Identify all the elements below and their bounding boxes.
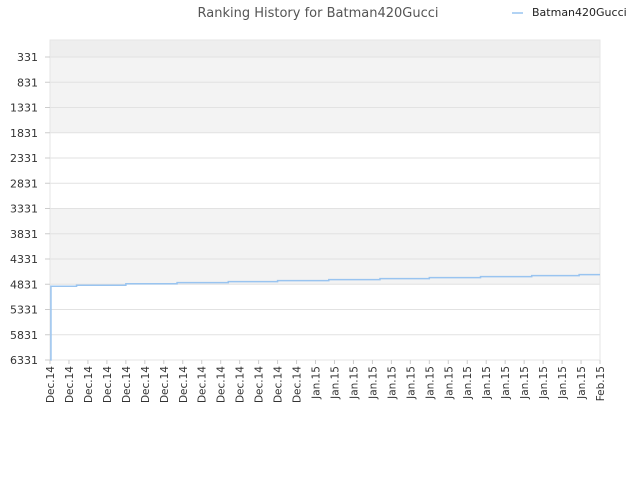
- x-tick-label: Jan.15: [311, 366, 323, 400]
- y-tick-label: 4331: [10, 253, 38, 266]
- x-tick-label: Jan.15: [367, 366, 379, 400]
- x-tick-label: Jan.15: [424, 366, 436, 400]
- x-tick-label: Dec.14: [121, 366, 133, 403]
- plot-band: [50, 334, 600, 360]
- x-tick-label: Dec.14: [159, 366, 171, 403]
- y-tick-label: 2331: [10, 152, 38, 165]
- plot-band: [50, 233, 600, 259]
- x-tick-label: Dec.14: [102, 366, 114, 403]
- legend: Batman420Gucci: [512, 6, 627, 19]
- y-tick-label: 4831: [10, 278, 38, 291]
- y-tick-label: 3331: [10, 203, 38, 216]
- plot-band: [50, 284, 600, 310]
- legend-label: Batman420Gucci: [532, 6, 627, 19]
- plot-band: [50, 57, 600, 83]
- x-tick-label: Dec.14: [292, 366, 304, 403]
- y-tick-label: 831: [17, 76, 38, 89]
- x-tick-label: Dec.14: [273, 366, 285, 403]
- x-tick-label: Jan.15: [500, 366, 512, 400]
- plot-band: [50, 40, 600, 57]
- x-tick-label: Dec.14: [140, 366, 152, 403]
- x-tick-label: Jan.15: [329, 366, 341, 400]
- plot-band: [50, 158, 600, 184]
- x-tick-label: Feb.15: [595, 366, 607, 401]
- plot-band: [50, 208, 600, 234]
- x-tick-label: Dec.14: [64, 366, 76, 403]
- x-tick-label: Jan.15: [405, 366, 417, 400]
- x-tick-label: Dec.14: [254, 366, 266, 403]
- plot-band: [50, 82, 600, 108]
- x-tick-label: Jan.15: [519, 366, 531, 400]
- x-tick-label: Jan.15: [576, 366, 588, 400]
- plot-band: [50, 132, 600, 158]
- plot-bands: [50, 40, 600, 360]
- x-tick-label: Dec.14: [235, 366, 247, 403]
- x-tick-label: Jan.15: [386, 366, 398, 400]
- x-tick-label: Dec.14: [216, 366, 228, 403]
- y-axis: 331 831 1331 1831 2331 2831 3331 3831 4331 4831 53…: [10, 51, 50, 367]
- y-tick-label: 6331: [10, 354, 38, 367]
- chart: 331 831 1331 1831 2331 2831 3331 3831 4331 4831 53…: [10, 6, 627, 403]
- x-tick-label: Dec.14: [178, 366, 190, 403]
- x-tick-label: Jan.15: [443, 366, 455, 400]
- x-tick-label: Dec.14: [83, 366, 95, 403]
- y-tick-label: 331: [17, 51, 38, 64]
- plot-band: [50, 107, 600, 133]
- x-tick-label: Dec.14: [45, 366, 57, 403]
- chart-title: Ranking History for Batman420Gucci: [198, 6, 439, 21]
- y-tick-label: 5831: [10, 329, 38, 342]
- x-tick-label: Jan.15: [557, 366, 569, 400]
- y-tick-label: 1331: [10, 102, 38, 115]
- y-tick-label: 5331: [10, 304, 38, 317]
- plot-band: [50, 183, 600, 209]
- x-tick-label: Jan.15: [481, 366, 493, 400]
- x-tick-label: Jan.15: [462, 366, 474, 400]
- x-tick-label: Jan.15: [538, 366, 550, 400]
- x-axis: Dec.14 Dec.14 Dec.14 Dec.14 Dec.14 Dec.14 Dec.…: [45, 360, 607, 403]
- x-tick-label: Dec.14: [197, 366, 209, 403]
- y-tick-label: 1831: [10, 127, 38, 140]
- plot-band: [50, 309, 600, 335]
- y-tick-label: 3831: [10, 228, 38, 241]
- x-tick-label: Jan.15: [348, 366, 360, 400]
- y-tick-label: 2831: [10, 177, 38, 190]
